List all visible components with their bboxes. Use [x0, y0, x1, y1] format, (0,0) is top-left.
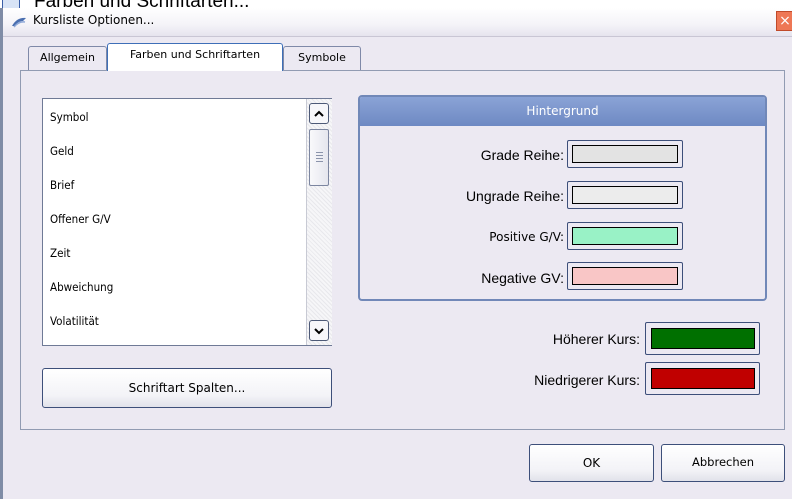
positive-gv-color-button[interactable] [567, 222, 683, 250]
higher-price-label: Höherer Kurs: [552, 331, 640, 347]
list-scrollbar[interactable] [306, 99, 332, 345]
odd-row-swatch [572, 186, 678, 204]
list-item[interactable]: Zeit [50, 246, 70, 266]
list-item[interactable]: Brief [50, 178, 74, 198]
negative-gv-color-button[interactable] [567, 262, 683, 290]
column-list[interactable]: Symbol Geld Brief Offener G/V Zeit Abwei… [42, 98, 332, 346]
scroll-up-button[interactable] [309, 103, 329, 124]
close-icon: × [779, 13, 791, 29]
ok-button[interactable]: OK [529, 444, 654, 482]
odd-row-color-button[interactable] [567, 181, 683, 209]
list-item[interactable]: Offener G/V [50, 212, 111, 232]
cancel-button[interactable]: Abbrechen [661, 444, 785, 482]
even-row-swatch [572, 145, 678, 163]
lower-price-swatch [651, 368, 755, 389]
negative-gv-swatch [572, 267, 678, 285]
list-item[interactable]: Volatilität [50, 314, 99, 334]
app-icon [12, 17, 26, 28]
font-columns-button[interactable]: Schriftart Spalten... [42, 368, 332, 408]
even-row-color-button[interactable] [567, 140, 683, 168]
lower-price-color-button[interactable] [645, 362, 760, 395]
chevron-up-icon [314, 110, 324, 117]
higher-price-color-button[interactable] [645, 322, 760, 355]
odd-row-label: Ungrade Reihe: [465, 188, 564, 204]
tab-symbole[interactable]: Symbole [283, 46, 361, 70]
list-item[interactable]: Abweichung [50, 280, 113, 300]
chevron-down-icon [314, 328, 324, 335]
positive-gv-label: Positive G/V: [489, 230, 564, 244]
title-bar[interactable]: Kursliste Optionen... × [3, 8, 792, 37]
group-title: Hintergrund [360, 97, 765, 126]
tab-farben-und-schriftarten[interactable]: Farben und Schriftarten [107, 43, 283, 71]
lower-price-label: Niedrigerer Kurs: [534, 372, 640, 388]
higher-price-swatch [651, 328, 755, 349]
negative-gv-label: Negative GV: [481, 270, 564, 286]
window-title: Kursliste Optionen... [33, 13, 155, 27]
scroll-thumb[interactable] [309, 129, 329, 186]
positive-gv-swatch [572, 227, 678, 245]
tab-allgemein[interactable]: Allgemein [28, 46, 107, 70]
even-row-label: Grade Reihe: [480, 147, 564, 163]
scroll-down-button[interactable] [309, 320, 329, 341]
close-button[interactable]: × [776, 11, 792, 31]
list-item[interactable]: Symbol [50, 110, 89, 130]
list-item[interactable]: Geld [50, 144, 74, 164]
